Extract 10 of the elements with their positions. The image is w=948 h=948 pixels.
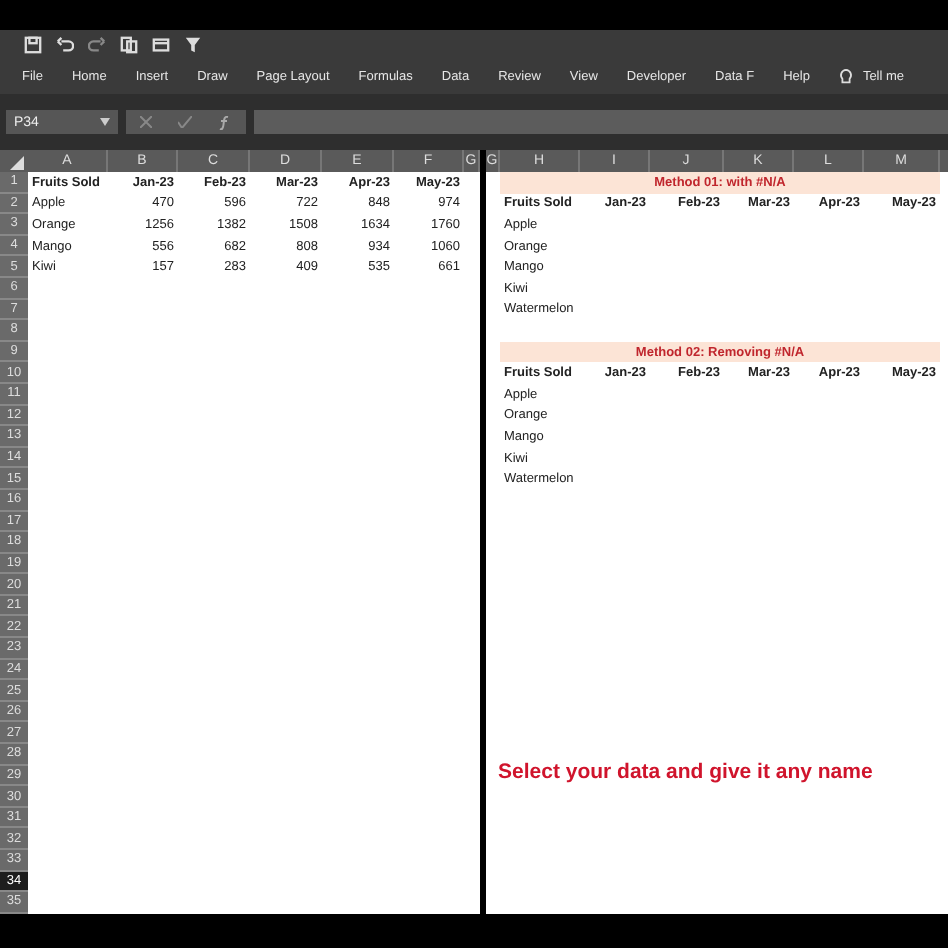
dropdown-icon[interactable] (100, 118, 110, 126)
form-icon[interactable] (152, 36, 170, 54)
function-icon[interactable] (218, 115, 233, 129)
undo-icon[interactable] (56, 36, 74, 54)
copy-icon[interactable] (120, 36, 138, 54)
save-icon[interactable] (24, 36, 42, 54)
caption: Select your data and give it any name (498, 760, 873, 784)
lightbulb-icon[interactable] (838, 68, 855, 86)
filter-icon[interactable] (184, 36, 202, 54)
redo-icon[interactable] (88, 36, 106, 54)
